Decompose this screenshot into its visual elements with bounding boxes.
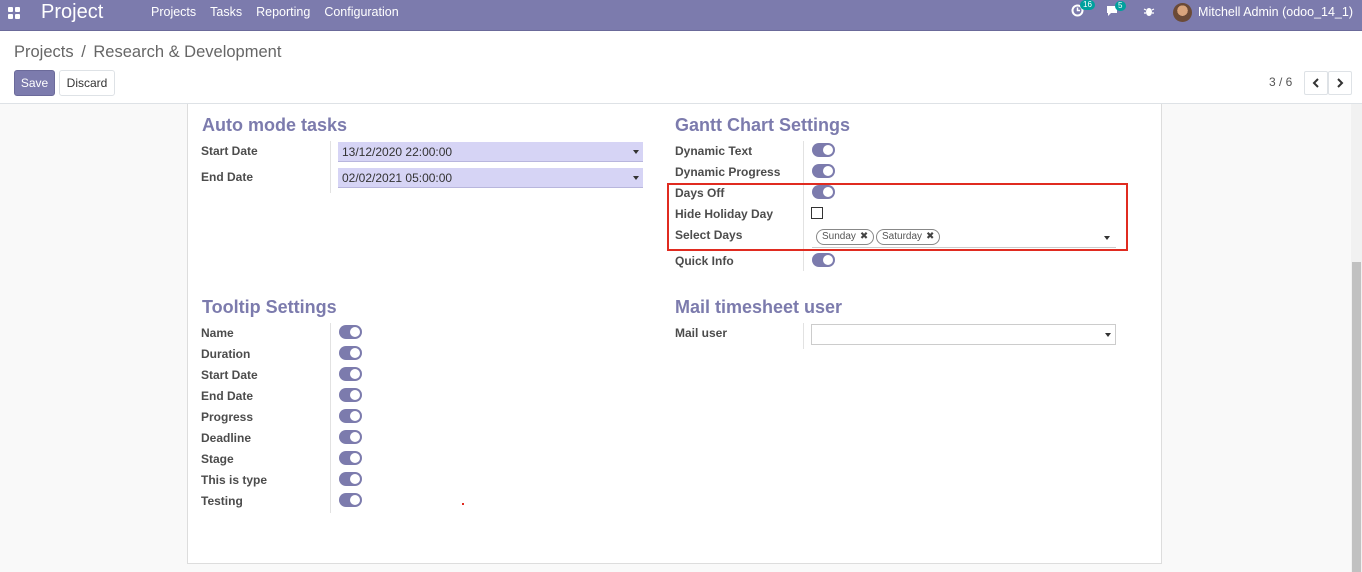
app-brand[interactable]: Project (41, 1, 103, 24)
tooltip-deadline-toggle[interactable] (339, 430, 362, 444)
caret-down-icon (633, 176, 639, 180)
start-date-value: 13/12/2020 22:00:00 (342, 145, 453, 159)
menu-reporting[interactable]: Reporting (256, 5, 310, 19)
tooltip-duration-label: Duration (201, 347, 251, 361)
mail-user-select[interactable] (811, 324, 1116, 345)
end-date-label: End Date (201, 170, 254, 184)
start-date-label: Start Date (201, 144, 258, 158)
pager-previous-button[interactable] (1304, 71, 1328, 95)
messages-icon[interactable]: 5 (1106, 0, 1126, 20)
tooltip-stage-toggle[interactable] (339, 451, 362, 465)
tooltip-end-date-toggle[interactable] (339, 388, 362, 402)
field-divider (803, 323, 804, 349)
tooltip-start-date-toggle[interactable] (339, 367, 362, 381)
tooltip-stage-label: Stage (201, 452, 234, 466)
tooltip-settings-title: Tooltip Settings (202, 297, 337, 317)
tooltip-progress-toggle[interactable] (339, 409, 362, 423)
menu-tasks[interactable]: Tasks (210, 5, 242, 19)
chevron-left-icon (1312, 78, 1319, 88)
tooltip-name-toggle[interactable] (339, 325, 362, 339)
menu-projects[interactable]: Projects (151, 5, 196, 19)
start-date-input[interactable]: 13/12/2020 22:00:00 (338, 142, 643, 162)
activity-badge: 16 (1080, 0, 1095, 10)
tooltip-name-label: Name (201, 326, 234, 340)
end-date-value: 02/02/2021 05:00:00 (342, 171, 453, 185)
breadcrumb-separator: / (81, 43, 86, 61)
apps-menu-icon[interactable] (8, 7, 20, 19)
tooltip-testing-label: Testing (201, 494, 243, 508)
dynamic-progress-label: Dynamic Progress (675, 165, 781, 179)
debug-bug-icon[interactable] (1143, 5, 1155, 20)
main-menu: Projects Tasks Reporting Configuration (151, 0, 413, 24)
breadcrumb-current: Research & Development (93, 43, 282, 61)
dynamic-progress-toggle[interactable] (812, 164, 835, 178)
highlight-annotation (667, 183, 1128, 251)
caret-down-icon (633, 150, 639, 154)
quick-info-toggle[interactable] (812, 253, 835, 267)
control-panel: Projects / Research & Development Save D… (0, 31, 1362, 104)
save-button[interactable]: Save (14, 70, 55, 96)
menu-configuration[interactable]: Configuration (324, 5, 398, 19)
pager-value[interactable]: 3 / 6 (1269, 75, 1292, 89)
auto-mode-title: Auto mode tasks (202, 115, 348, 135)
chevron-right-icon (1337, 78, 1344, 88)
systray: 16 5 Mitchell Admin (odoo_14_1) (1071, 0, 1362, 24)
field-divider (330, 141, 331, 193)
tooltip-start-date-label: Start Date (201, 368, 258, 382)
scrollbar-thumb[interactable] (1352, 262, 1361, 572)
tooltip-type-toggle[interactable] (339, 472, 362, 486)
caret-down-icon (1105, 333, 1111, 337)
field-divider (330, 323, 331, 513)
user-name[interactable]: Mitchell Admin (odoo_14_1) (1198, 5, 1353, 19)
messages-badge: 5 (1115, 0, 1126, 11)
mail-timesheet-title: Mail timesheet user (675, 297, 843, 317)
quick-info-label: Quick Info (675, 254, 734, 268)
tooltip-type-label: This is type (201, 473, 268, 487)
end-date-input[interactable]: 02/02/2021 05:00:00 (338, 168, 643, 188)
stray-mark (462, 503, 464, 505)
discard-button[interactable]: Discard (59, 70, 115, 96)
pager-next-button[interactable] (1328, 71, 1352, 95)
top-navbar: Project Projects Tasks Reporting Configu… (0, 0, 1362, 31)
tooltip-deadline-label: Deadline (201, 431, 252, 445)
tooltip-testing-toggle[interactable] (339, 493, 362, 507)
breadcrumb: Projects / Research & Development (14, 43, 281, 62)
tooltip-progress-label: Progress (201, 410, 254, 424)
mail-user-label: Mail user (675, 326, 728, 340)
gantt-settings-title: Gantt Chart Settings (675, 115, 851, 135)
user-avatar[interactable] (1173, 2, 1193, 22)
breadcrumb-projects[interactable]: Projects (14, 43, 74, 61)
dynamic-text-label: Dynamic Text (675, 144, 753, 158)
tooltip-end-date-label: End Date (201, 389, 254, 403)
activity-icon[interactable]: 16 (1071, 0, 1095, 20)
tooltip-duration-toggle[interactable] (339, 346, 362, 360)
dynamic-text-toggle[interactable] (812, 143, 835, 157)
